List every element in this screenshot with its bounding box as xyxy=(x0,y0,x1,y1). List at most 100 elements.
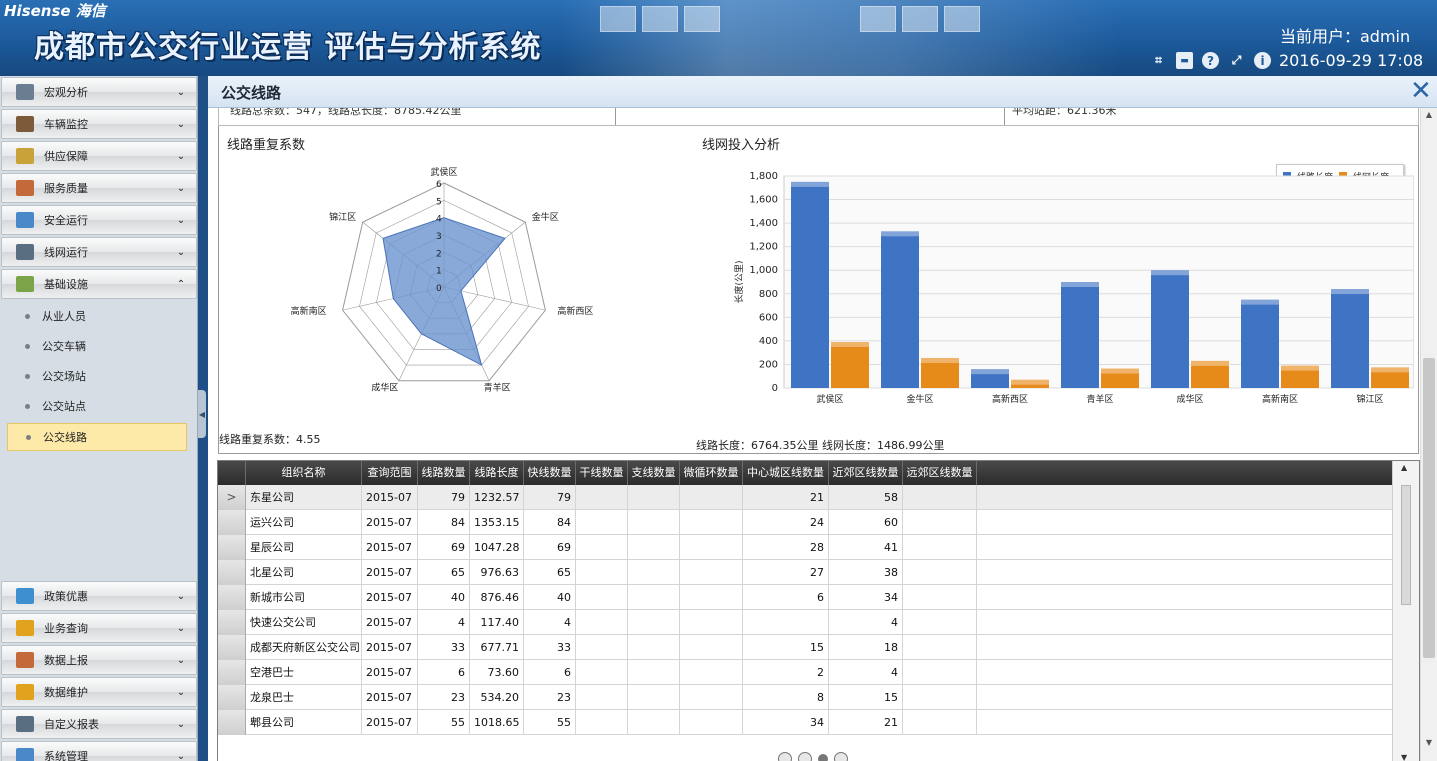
row-selector[interactable] xyxy=(218,560,246,585)
table-row[interactable]: 星辰公司 2015-07 69 1047.28 69 28 41 xyxy=(218,535,1392,560)
table-cell: 79 xyxy=(418,485,470,510)
bullet-icon xyxy=(26,434,31,440)
pager-dot-active[interactable] xyxy=(818,754,828,761)
brand-logo: Hisense 海信 xyxy=(4,2,106,20)
pager-dot[interactable] xyxy=(798,752,812,761)
row-selector[interactable]: > xyxy=(218,485,246,510)
app-header: Hisense 海信 成都市公交行业运营 评估与分析系统 当前用户：admin … xyxy=(0,0,1437,76)
content-scrollbar[interactable]: ▲ ▼ xyxy=(1420,108,1437,761)
menu-label: 安全运行 xyxy=(44,214,88,227)
column-header[interactable]: 远郊区线数量 xyxy=(903,461,977,485)
row-selector[interactable] xyxy=(218,660,246,685)
help-icon[interactable]: ? xyxy=(1202,52,1219,69)
table-cell: 2015-07 xyxy=(362,535,418,560)
y-tick-label: 1,800 xyxy=(749,171,778,182)
chevron-down-icon: ⌄ xyxy=(176,246,186,258)
row-selector[interactable] xyxy=(218,510,246,535)
sidebar-collapse-handle[interactable]: ◀ xyxy=(198,390,206,438)
table-row[interactable]: 北星公司 2015-07 65 976.63 65 27 38 xyxy=(218,560,1392,585)
sidebar-top-item-4[interactable]: 安全运行 ⌄ xyxy=(1,205,197,235)
sidebar-subitem-2[interactable]: 公交场站 xyxy=(7,363,187,389)
sidebar-top-item-1[interactable]: 车辆监控 ⌄ xyxy=(1,109,197,139)
column-header[interactable]: 支线数量 xyxy=(628,461,680,485)
column-header[interactable]: 线路数量 xyxy=(418,461,470,485)
menu-label: 数据上报 xyxy=(44,654,88,667)
sidebar-top-item-2[interactable]: 供应保障 ⌄ xyxy=(1,141,197,171)
close-icon[interactable]: ✕ xyxy=(1410,78,1432,104)
sidebar-top-item-5[interactable]: 线网运行 ⌄ xyxy=(1,237,197,267)
subitem-label: 公交场站 xyxy=(42,370,86,383)
table-cell: 79 xyxy=(524,485,576,510)
chevron-down-icon: ⌄ xyxy=(176,118,186,130)
column-header[interactable]: 快线数量 xyxy=(524,461,576,485)
content-scroll-thumb[interactable] xyxy=(1423,358,1435,658)
grid-scroll-thumb[interactable] xyxy=(1401,485,1411,605)
table-row[interactable]: 龙泉巴士 2015-07 23 534.20 23 8 15 xyxy=(218,685,1392,710)
table-row[interactable]: 郫县公司 2015-07 55 1018.65 55 34 21 xyxy=(218,710,1392,735)
sidebar-bottom-item-1[interactable]: 业务查询 ⌄ xyxy=(1,613,197,643)
y-tick-label: 600 xyxy=(759,312,778,323)
charts-container: 线路重复系数 0 1 2 3 4 5 6 武侯区 金牛区 高新西区 青羊区 成华区 高新南区 锦江区 线路… xyxy=(218,126,1419,454)
radar-axis-label: 成华区 xyxy=(371,382,398,394)
table-cell: 876.46 xyxy=(470,585,524,610)
bar-0-0 xyxy=(791,181,829,388)
table-cell xyxy=(576,585,628,610)
table-row[interactable]: 成都天府新区公交公司 2015-07 33 677.71 33 15 18 xyxy=(218,635,1392,660)
row-selector[interactable] xyxy=(218,635,246,660)
table-cell xyxy=(903,510,977,535)
column-header[interactable]: 微循环数量 xyxy=(680,461,743,485)
row-selector[interactable] xyxy=(218,535,246,560)
column-header[interactable]: 中心城区线数量 xyxy=(743,461,829,485)
table-cell: 41 xyxy=(829,535,903,560)
table-row[interactable]: 运兴公司 2015-07 84 1353.15 84 24 60 xyxy=(218,510,1392,535)
bar-0-3 xyxy=(1061,282,1099,388)
table-row[interactable]: 新城市公司 2015-07 40 876.46 40 6 34 xyxy=(218,585,1392,610)
column-header[interactable]: 干线数量 xyxy=(576,461,628,485)
pager-prev[interactable] xyxy=(778,752,792,761)
table-cell: 69 xyxy=(524,535,576,560)
table-cell: 34 xyxy=(829,585,903,610)
menu-icon xyxy=(16,620,34,636)
column-header[interactable]: 近郊区线数量 xyxy=(829,461,903,485)
row-selector[interactable] xyxy=(218,585,246,610)
sidebar-top-item-0[interactable]: 宏观分析 ⌄ xyxy=(1,77,197,107)
pager-next[interactable] xyxy=(834,752,848,761)
table-cell: 6 xyxy=(524,660,576,685)
table-row[interactable]: > 东星公司 2015-07 79 1232.57 79 21 58 xyxy=(218,485,1392,510)
fullscreen-icon[interactable]: ⤢ xyxy=(1228,52,1245,69)
sidebar-subitem-0[interactable]: 从业人员 xyxy=(7,303,187,329)
table-cell: 65 xyxy=(418,560,470,585)
sidebar-bottom-item-0[interactable]: 政策优惠 ⌄ xyxy=(1,581,197,611)
bar-0-6 xyxy=(1331,289,1369,388)
sidebar-bottom-item-3[interactable]: 数据维护 ⌄ xyxy=(1,677,197,707)
row-selector[interactable] xyxy=(218,710,246,735)
grid-scrollbar[interactable]: ▲ ▼ xyxy=(1392,461,1419,761)
column-header[interactable]: 组织名称 xyxy=(246,461,362,485)
table-cell: 677.71 xyxy=(470,635,524,660)
row-selector[interactable] xyxy=(218,685,246,710)
sidebar-bottom-item-5[interactable]: 系统管理 ⌄ xyxy=(1,741,197,761)
sidebar-bottom-item-2[interactable]: 数据上报 ⌄ xyxy=(1,645,197,675)
table-cell: 34 xyxy=(743,710,829,735)
table-row[interactable]: 空港巴士 2015-07 6 73.60 6 2 4 xyxy=(218,660,1392,685)
bar-highlight xyxy=(1191,360,1229,366)
panel-header: 公交线路 ✕ xyxy=(208,76,1437,108)
row-selector[interactable] xyxy=(218,610,246,635)
sidebar-subitem-4[interactable]: 公交线路 xyxy=(7,423,187,451)
column-header[interactable]: 线路长度 xyxy=(470,461,524,485)
sidebar-top-item-6[interactable]: 基础设施 ⌃ xyxy=(1,269,197,299)
window-icon[interactable]: ▬ xyxy=(1176,52,1193,69)
y-tick-label: 1,600 xyxy=(749,195,778,206)
menu-icon xyxy=(16,116,34,132)
crop-icon[interactable]: ⌗ xyxy=(1150,52,1167,69)
table-cell: 2015-07 xyxy=(362,610,418,635)
table-cell xyxy=(680,535,743,560)
sidebar-top-item-3[interactable]: 服务质量 ⌄ xyxy=(1,173,197,203)
table-cell: 58 xyxy=(829,485,903,510)
info-icon[interactable]: i xyxy=(1254,52,1271,69)
sidebar-subitem-3[interactable]: 公交站点 xyxy=(7,393,187,419)
sidebar-subitem-1[interactable]: 公交车辆 xyxy=(7,333,187,359)
table-row[interactable]: 快速公交公司 2015-07 4 117.40 4 4 xyxy=(218,610,1392,635)
column-header[interactable]: 查询范围 xyxy=(362,461,418,485)
sidebar-bottom-item-4[interactable]: 自定义报表 ⌄ xyxy=(1,709,197,739)
